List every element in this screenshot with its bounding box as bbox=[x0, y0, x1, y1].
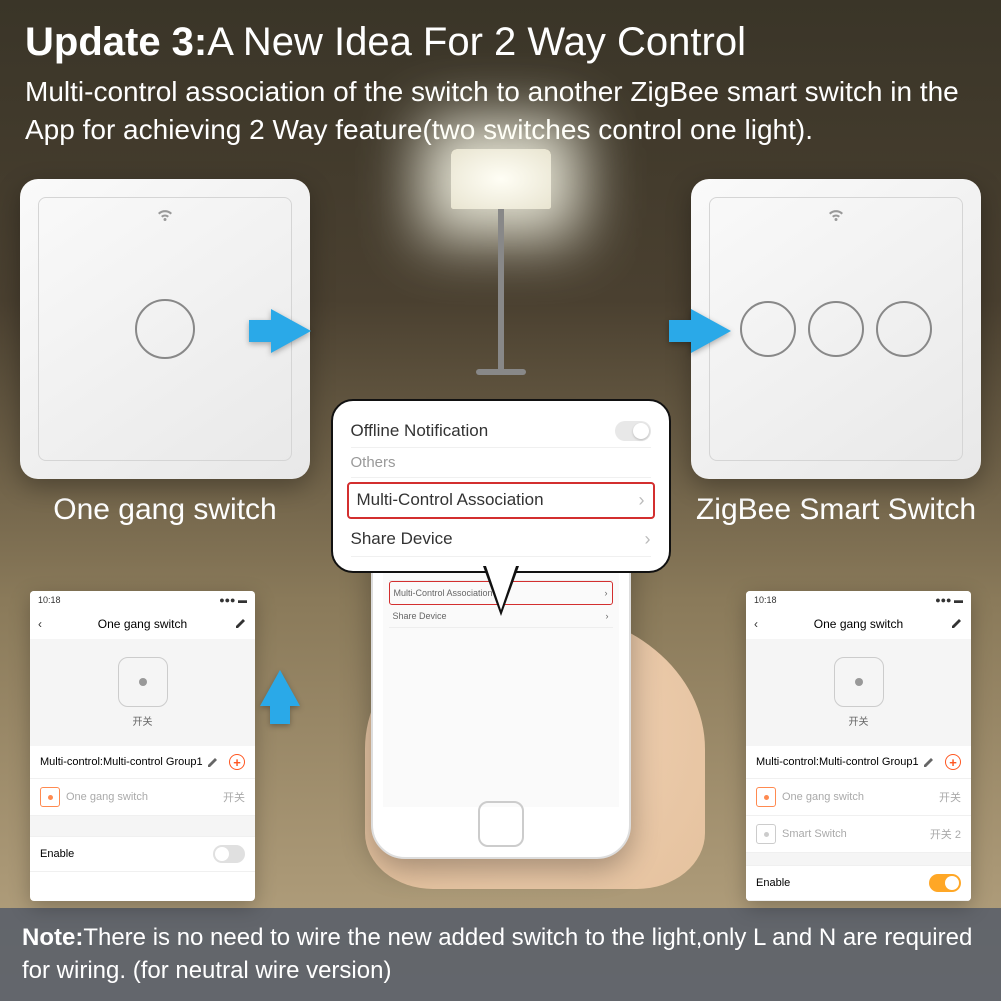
middle-section: One gang switch ZigBee Smart Switch Offl… bbox=[0, 159, 1001, 659]
arrow-right-icon bbox=[691, 309, 731, 353]
enable-row: Enable bbox=[30, 837, 255, 872]
toggle-on-icon bbox=[929, 874, 961, 892]
spacer bbox=[746, 853, 971, 866]
callout-pointer bbox=[483, 566, 519, 616]
back-icon: ‹ bbox=[38, 617, 42, 631]
switch-button-1 bbox=[740, 301, 796, 357]
edit-icon bbox=[235, 617, 247, 632]
device-small-icon bbox=[756, 824, 776, 844]
switch-button-1 bbox=[135, 299, 195, 359]
callout-share-row: Share Device› bbox=[351, 523, 651, 557]
lamp-illustration bbox=[441, 149, 561, 429]
signal-icon: ●●● ▬ bbox=[219, 595, 247, 605]
bottom-screenshots: 10:18●●● ▬ ‹ One gang switch 开关 Multi-co… bbox=[0, 591, 1001, 901]
callout-multicontrol-row: Multi-Control Association› bbox=[347, 482, 655, 519]
settings-callout: Offline Notification Others Multi-Contro… bbox=[331, 399, 671, 573]
toggle-off-icon bbox=[213, 845, 245, 863]
main-title: Update 3:A New Idea For 2 Way Control bbox=[25, 20, 976, 65]
device-item-row: Smart Switch 开关 2 bbox=[746, 816, 971, 853]
plus-icon: + bbox=[945, 754, 961, 770]
switch-button-3 bbox=[876, 301, 932, 357]
app-screenshot-right: 10:18●●● ▬ ‹ One gang switch 开关 Multi-co… bbox=[746, 591, 971, 901]
device-small-icon bbox=[40, 787, 60, 807]
arrow-up-icon bbox=[260, 670, 300, 706]
toggle-off-icon bbox=[615, 421, 651, 441]
plus-icon: + bbox=[229, 754, 245, 770]
callout-others-row: Others bbox=[351, 448, 651, 478]
footer-note: Note:There is no need to wire the new ad… bbox=[0, 908, 1001, 1001]
wifi-icon bbox=[155, 207, 175, 228]
device-preview: 开关 bbox=[30, 639, 255, 746]
app-header: ‹ One gang switch bbox=[30, 609, 255, 639]
zigbee-switch-panel bbox=[691, 179, 981, 479]
device-preview: 开关 bbox=[746, 639, 971, 746]
device-item-row: One gang switch 开关 bbox=[30, 779, 255, 816]
wifi-icon bbox=[826, 207, 846, 228]
left-switch-label: One gang switch bbox=[53, 493, 276, 527]
spacer bbox=[30, 816, 255, 837]
left-column: One gang switch bbox=[15, 179, 315, 527]
group-row: Multi-control:Multi-control Group1 + bbox=[30, 746, 255, 779]
right-switch-label: ZigBee Smart Switch bbox=[696, 493, 976, 527]
device-icon bbox=[118, 657, 168, 707]
callout-offline-row: Offline Notification bbox=[351, 415, 651, 448]
arrows-row bbox=[271, 309, 731, 353]
device-icon bbox=[834, 657, 884, 707]
status-bar: 10:18●●● ▬ bbox=[30, 591, 255, 609]
app-header: ‹ One gang switch bbox=[746, 609, 971, 639]
app-screenshot-left: 10:18●●● ▬ ‹ One gang switch 开关 Multi-co… bbox=[30, 591, 255, 901]
device-item-row: One gang switch 开关 bbox=[746, 779, 971, 816]
chevron-right-icon: › bbox=[639, 490, 645, 511]
back-icon: ‹ bbox=[754, 617, 758, 631]
signal-icon: ●●● ▬ bbox=[935, 595, 963, 605]
status-bar: 10:18●●● ▬ bbox=[746, 591, 971, 609]
switch-button-2 bbox=[808, 301, 864, 357]
chevron-right-icon: › bbox=[645, 529, 651, 550]
enable-row: Enable bbox=[746, 866, 971, 901]
group-row: Multi-control:Multi-control Group1 + bbox=[746, 746, 971, 779]
edit-icon bbox=[951, 617, 963, 632]
arrow-right-icon bbox=[271, 309, 311, 353]
device-small-icon bbox=[756, 787, 776, 807]
right-column: ZigBee Smart Switch bbox=[686, 179, 986, 527]
